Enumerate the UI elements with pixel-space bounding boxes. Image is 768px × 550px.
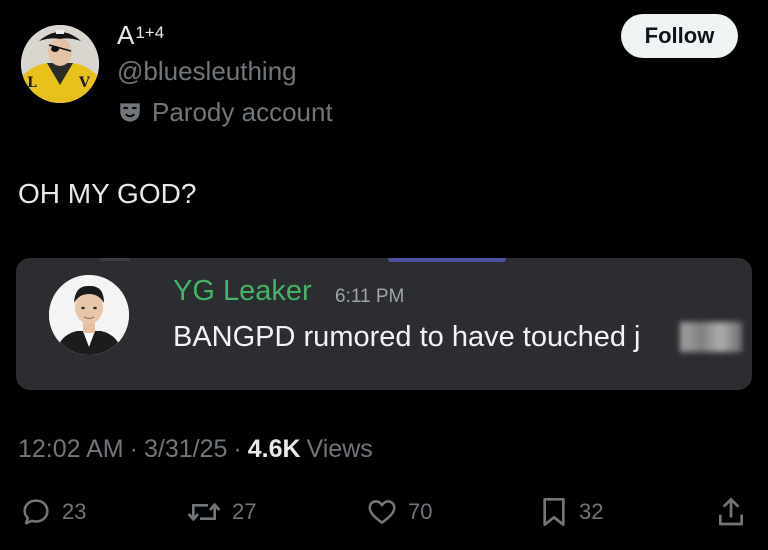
reply-button[interactable]: 23 xyxy=(20,494,86,530)
embed-username: YG Leaker xyxy=(173,275,312,307)
embed-message: BANGPD rumored to have touched j xyxy=(173,321,641,353)
embed-user-avatar xyxy=(49,275,129,355)
repost-count: 27 xyxy=(232,499,257,524)
author-handle[interactable]: @bluesleuthing xyxy=(117,56,297,87)
author-avatar[interactable]: L V xyxy=(21,25,99,103)
parody-label: Parody account xyxy=(117,96,333,128)
card-highlight-bar xyxy=(388,258,506,262)
views-count: 4.6K xyxy=(247,435,301,463)
svg-text:L: L xyxy=(27,75,37,91)
follow-button[interactable]: Follow xyxy=(621,14,738,58)
heart-icon xyxy=(368,500,396,524)
tweet-date[interactable]: 3/31/25 xyxy=(144,435,227,464)
tweet-time[interactable]: 12:02 AM xyxy=(18,435,124,464)
card-divider xyxy=(100,258,130,261)
svg-text:V: V xyxy=(78,75,91,91)
embedded-message-card[interactable]: YG Leaker 6:11 PM BANGPD rumored to have… xyxy=(16,258,752,390)
meta-separator: · xyxy=(129,435,138,463)
share-button[interactable] xyxy=(716,494,746,530)
meta-separator: · xyxy=(233,435,242,463)
author-display-name[interactable]: A 1+4 xyxy=(117,20,164,52)
reply-count: 23 xyxy=(62,499,87,524)
tweet-text: OH MY GOD? xyxy=(18,178,197,209)
bookmark-count: 32 xyxy=(579,499,604,524)
reply-icon xyxy=(23,499,49,525)
like-button[interactable]: 70 xyxy=(366,494,432,530)
mask-icon xyxy=(120,103,140,122)
repost-button[interactable]: 27 xyxy=(186,494,256,530)
bookmark-icon xyxy=(543,498,565,526)
display-name-text: A xyxy=(117,20,135,50)
display-name-superscript: 1+4 xyxy=(135,23,165,42)
views-label: Views xyxy=(306,435,373,463)
tweet-meta: 12:02 AM · 3/31/25 · 4.6K Views xyxy=(18,435,373,464)
repost-icon xyxy=(187,502,221,522)
share-icon xyxy=(719,497,743,526)
embed-timestamp: 6:11 PM xyxy=(335,286,405,307)
redacted-text-blur xyxy=(680,322,742,352)
parody-label-text: Parody account xyxy=(152,96,333,127)
bookmark-button[interactable]: 32 xyxy=(539,494,603,530)
like-count: 70 xyxy=(408,499,433,524)
